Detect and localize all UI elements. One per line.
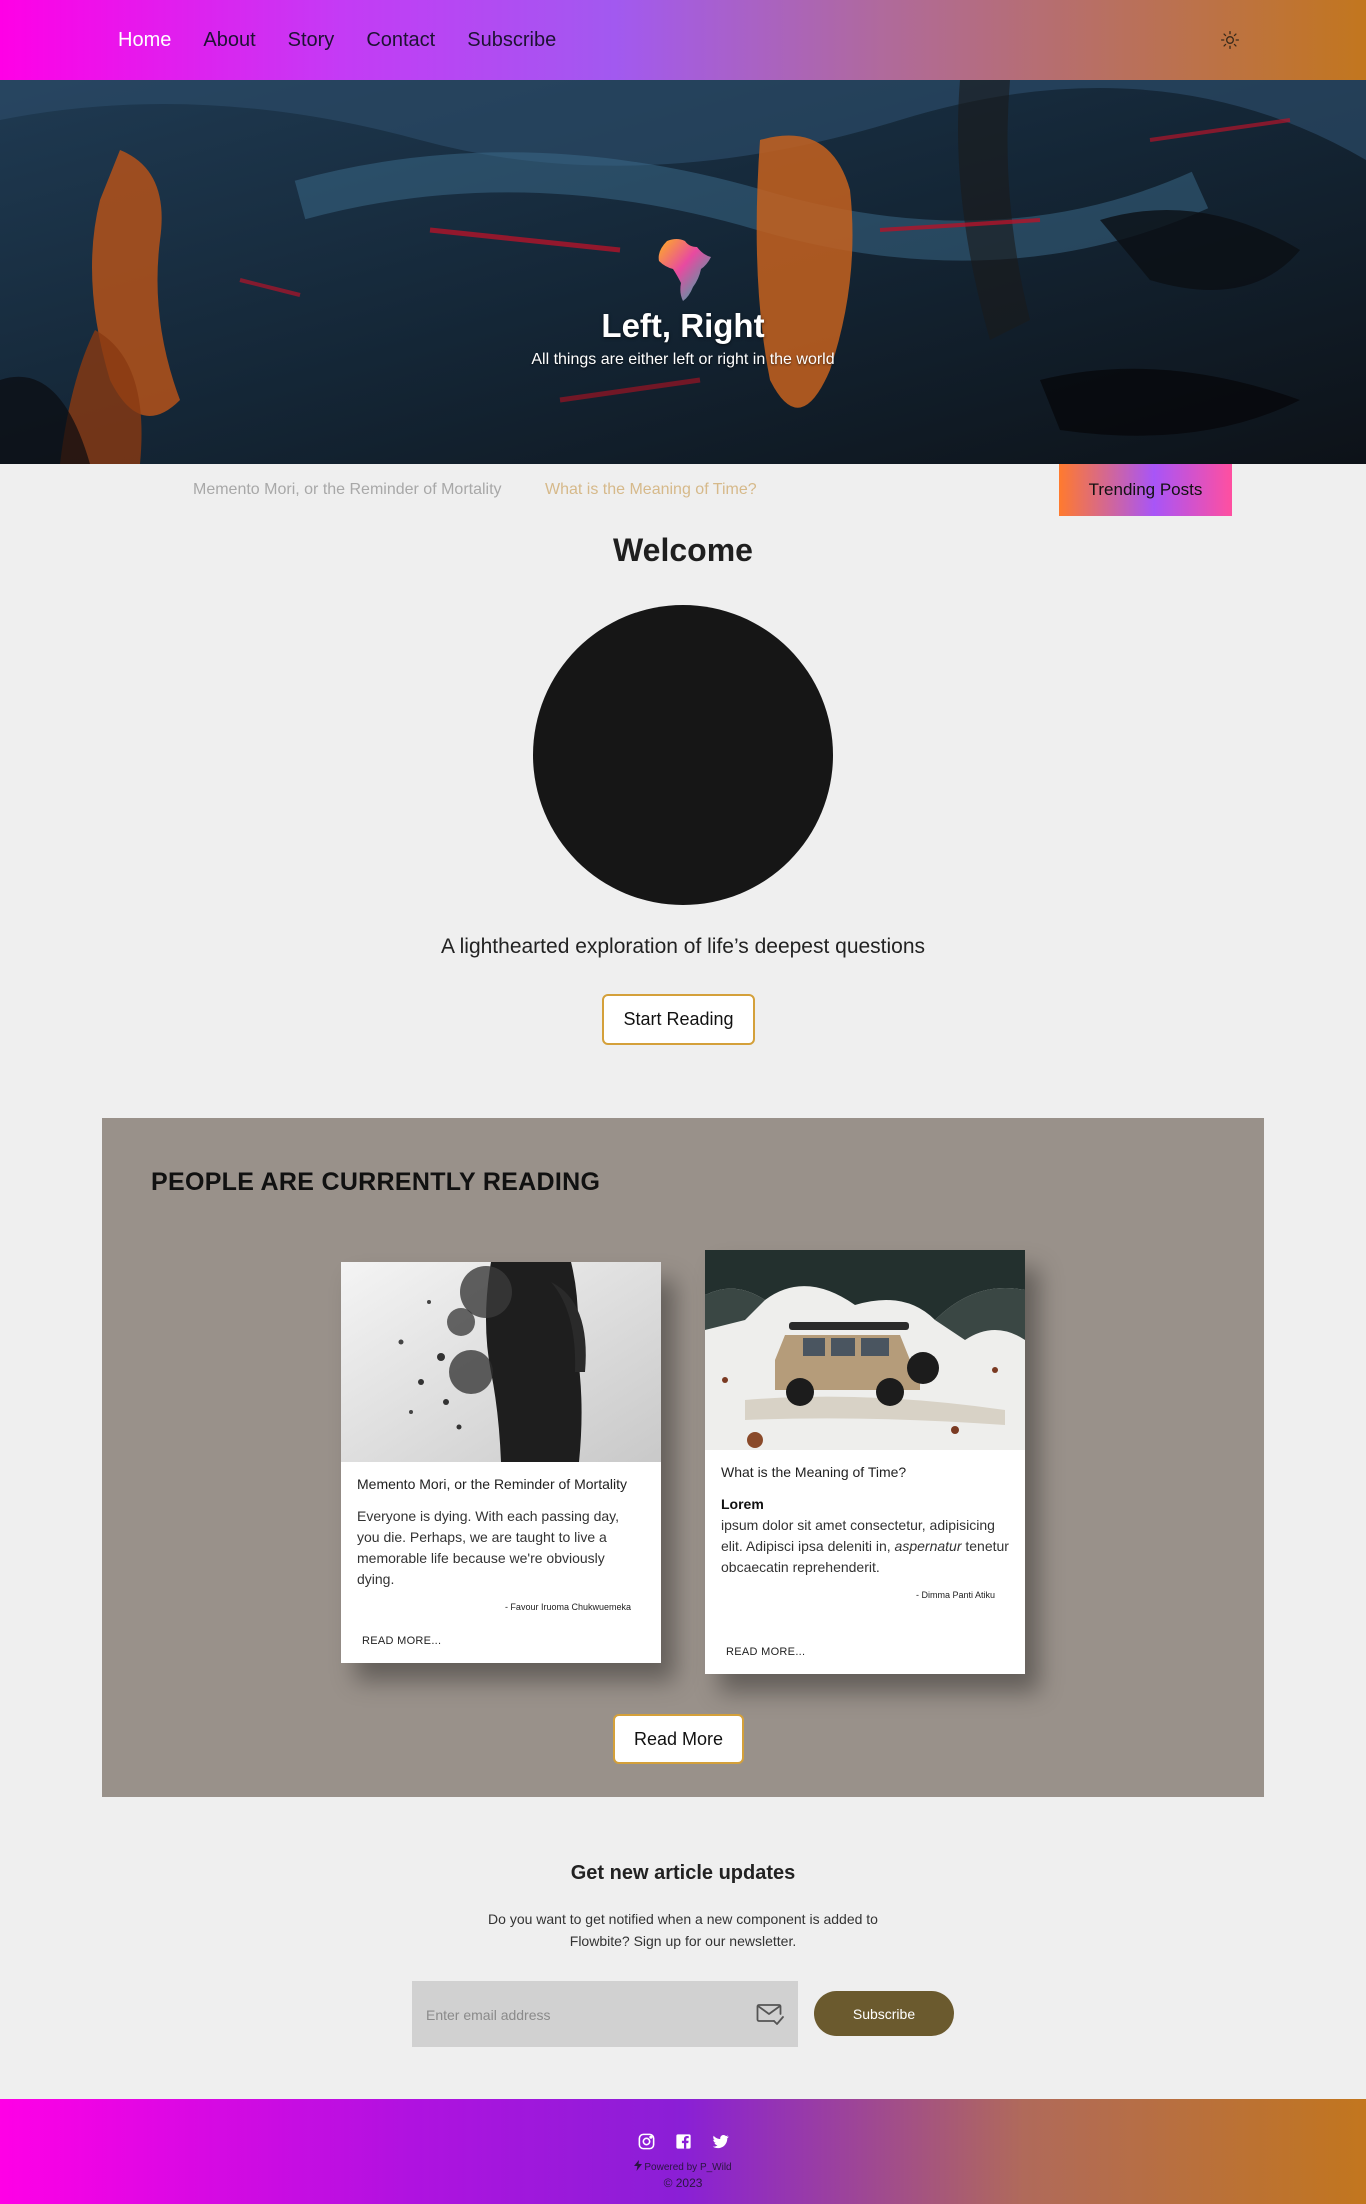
powered-by-label: Powered by P_Wild <box>644 2162 732 2173</box>
nav-story-link[interactable]: Story <box>288 29 335 52</box>
newsletter-title: Get new article updates <box>570 1862 796 1884</box>
twitter-icon[interactable] <box>711 2132 730 2151</box>
trending-posts-button[interactable]: Trending Posts <box>1059 464 1232 516</box>
africa-logo-icon <box>658 239 711 301</box>
article-card[interactable]: What is the Meaning of Time? Lorem ipsum … <box>705 1250 1025 1674</box>
nav-contact-link[interactable]: Contact <box>366 29 435 52</box>
currently-reading-section: PEOPLE ARE CURRENTLY READING Memento Mor… <box>102 1118 1264 1797</box>
hero-banner: Left, Right All things are either left o… <box>0 80 1366 464</box>
card-body: Memento Mori, or the Reminder of Mortali… <box>341 1462 661 1612</box>
ticker-post-link[interactable]: What is the Meaning of Time? <box>545 481 757 499</box>
post-ticker: Memento Mori, or the Reminder of Mortali… <box>0 464 1366 516</box>
site-subtitle: All things are either left or right in t… <box>531 351 835 368</box>
card-excerpt-italic: aspernatur <box>894 1538 962 1554</box>
welcome-heading: Welcome <box>613 532 753 568</box>
nav-links: Home About Story Contact Subscribe <box>118 29 556 52</box>
nav-home-link[interactable]: Home <box>118 29 171 52</box>
sun-icon <box>1221 31 1239 49</box>
theme-toggle-button[interactable] <box>1218 28 1242 52</box>
card-image-dissolving-man <box>341 1262 661 1462</box>
subscribe-button[interactable]: Subscribe <box>814 1991 954 2036</box>
bolt-icon <box>634 2160 643 2171</box>
card-read-more-link[interactable]: READ MORE... <box>726 1646 805 1658</box>
footer: Powered by P_Wild © 2023 <box>0 2099 1366 2204</box>
page: Home About Story Contact Subscribe Left,… <box>0 0 1366 2204</box>
article-card[interactable]: Memento Mori, or the Reminder of Mortali… <box>341 1262 661 1663</box>
card-read-more-link[interactable]: READ MORE... <box>362 1635 441 1647</box>
nav-subscribe-link[interactable]: Subscribe <box>467 29 556 52</box>
site-title: Left, Right <box>601 307 765 344</box>
social-links <box>0 2132 1366 2151</box>
powered-by-text: Powered by P_Wild <box>0 2160 1366 2173</box>
card-author: - Favour Iruoma Chukwuemeka <box>504 1602 631 1612</box>
section-title: PEOPLE ARE CURRENTLY READING <box>151 1168 601 1196</box>
instagram-icon[interactable] <box>637 2132 656 2151</box>
copyright: © 2023 <box>663 2176 703 2190</box>
card-title: What is the Meaning of Time? <box>721 1464 907 1480</box>
newsletter-description: Do you want to get notified when a new c… <box>488 1911 878 1949</box>
avatar <box>533 605 833 905</box>
card-excerpt: Everyone is dying. With each passing day… <box>357 1508 619 1587</box>
card-excerpt-heading: Lorem <box>721 1496 764 1512</box>
mail-check-icon <box>756 2004 784 2025</box>
facebook-icon[interactable] <box>674 2132 693 2151</box>
start-reading-button[interactable]: Start Reading <box>602 994 755 1045</box>
card-excerpt: Lorem ipsum dolor sit amet consectetur, a… <box>721 1494 1009 1578</box>
card-image-jeep-in-snow <box>705 1250 1025 1450</box>
card-author: - Dimma Panti Atiku <box>915 1590 995 1600</box>
hero-content: Left, Right All things are either left o… <box>0 235 1366 369</box>
card-title: Memento Mori, or the Reminder of Mortali… <box>357 1476 627 1492</box>
email-field[interactable] <box>426 2004 736 2026</box>
ticker-post-link[interactable]: Memento Mori, or the Reminder of Mortali… <box>193 481 502 499</box>
tagline: A lighthearted exploration of life’s dee… <box>440 935 926 958</box>
read-more-button[interactable]: Read More <box>613 1714 744 1764</box>
nav-about-link[interactable]: About <box>203 29 255 52</box>
email-field-container <box>412 1981 798 2047</box>
card-body: What is the Meaning of Time? Lorem ipsum … <box>705 1450 1025 1600</box>
top-navbar: Home About Story Contact Subscribe <box>0 0 1366 80</box>
